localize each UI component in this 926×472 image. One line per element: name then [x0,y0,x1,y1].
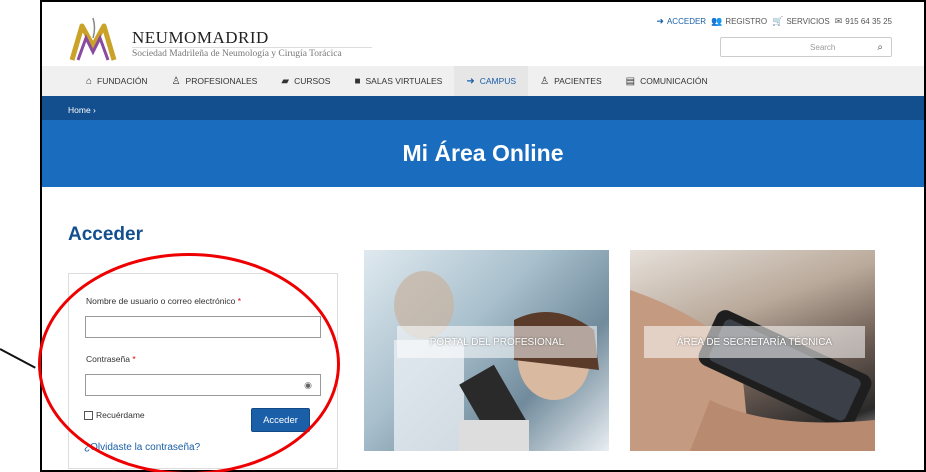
user-md-icon: ♙ [171,75,181,87]
nav-item-label: CAMPUS [479,76,517,86]
nav-item-comunicacion[interactable]: ▤ COMUNICACIÓN [614,66,720,96]
page-title: Mi Área Online [402,140,564,166]
top-link-label: 915 64 35 25 [845,17,892,26]
area-secretaria-tile[interactable]: ÁREA DE SECRETARÍA TÉCNICA [630,250,875,451]
tile-label: ÁREA DE SECRETARÍA TÉCNICA [644,326,865,358]
home-icon: ⌂ [86,75,93,87]
user-icon: ♙ [540,75,550,87]
video-camera-icon: ■ [354,75,361,87]
brand-subtitle: Sociedad Madrileña de Neumología y Cirug… [132,49,342,59]
search-icon[interactable]: ⌕ [877,42,883,53]
search-placeholder: Search [810,42,836,52]
top-link-label: ACCEDER [666,17,707,26]
nav-item-label: FUNDACIÓN [97,76,148,86]
nav-item-label: PACIENTES [554,76,602,86]
top-links: ➜ ACCEDER 👥 REGISTRO 🛒 SERVICIOS ✉ 915 6… [656,16,892,27]
book-icon: ▤ [625,75,636,87]
neumomadrid-logo[interactable] [68,16,118,62]
nav-item-label: SALAS VIRTUALES [365,76,443,86]
nav-item-pacientes[interactable]: ♙ PACIENTES [528,66,614,96]
top-link-registro[interactable]: 👥 REGISTRO [711,16,767,27]
nav-item-label: CURSOS [294,76,331,86]
portal-profesional-tile[interactable]: PORTAL DEL PROFESIONAL [364,250,609,451]
page-banner: Mi Área Online [42,120,924,187]
top-link-phone[interactable]: ✉ 915 64 35 25 [835,16,892,27]
graduation-cap-icon: ▰ [281,75,290,87]
sign-in-icon: ➜ [656,16,664,26]
nav-item-profesionales[interactable]: ♙ PROFESIONALES [160,66,270,96]
tile-label: PORTAL DEL PROFESIONAL [397,326,597,358]
top-link-label: REGISTRO [725,17,768,26]
nav-item-salas-virtuales[interactable]: ■ SALAS VIRTUALES [342,66,454,96]
sign-in-icon: ➜ [466,75,475,87]
nav-item-fundacion[interactable]: ⌂ FUNDACIÓN [74,66,160,96]
brand-name[interactable]: NEUMOMADRID [132,28,269,48]
nav-item-cursos[interactable]: ▰ CURSOS [269,66,342,96]
breadcrumb: Home › [42,96,924,120]
brand-divider [132,47,372,48]
top-link-acceder[interactable]: ➜ ACCEDER [656,16,706,27]
login-heading: Acceder [68,224,143,245]
annotation-circle [38,253,340,472]
envelope-icon: ✉ [834,16,843,26]
nav-item-campus[interactable]: ➜ CAMPUS [454,66,529,96]
users-icon: 👥 [711,16,723,26]
nav-item-label: PROFESIONALES [185,76,258,86]
annotation-pointer-line [0,348,36,369]
site-header: NEUMOMADRID Sociedad Madrileña de Neumol… [42,2,924,66]
top-link-servicios[interactable]: 🛒 SERVICIOS [772,16,830,27]
top-link-label: SERVICIOS [786,17,830,26]
main-nav: ⌂ FUNDACIÓN ♙ PROFESIONALES ▰ CURSOS ■ S… [42,66,924,96]
nav-item-label: COMUNICACIÓN [640,76,708,86]
search-input[interactable]: Search ⌕ [720,37,892,57]
cart-icon: 🛒 [772,16,784,26]
breadcrumb-home-link[interactable]: Home › [68,105,96,115]
